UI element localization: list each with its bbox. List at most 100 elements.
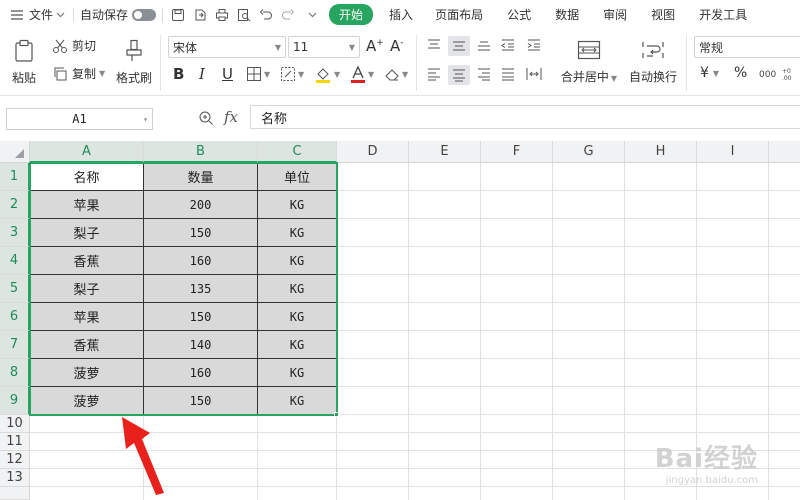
table-cell[interactable]: 200 [144,191,258,219]
row-header[interactable]: 10 [0,415,30,433]
row-header[interactable]: 8 [0,359,30,387]
tab-developer[interactable]: 开发工具 [699,6,747,23]
fx-icon[interactable]: fx [224,108,238,126]
increase-indent-button[interactable] [526,38,542,52]
row-header[interactable]: 13 [0,469,30,487]
table-cell[interactable]: 160 [144,359,258,387]
wrap-text-button[interactable]: 自动换行 [626,35,680,89]
column-header[interactable]: E [409,141,481,163]
table-cell[interactable]: KG [258,359,337,387]
increase-decimal-button[interactable]: +0.00 [782,67,798,81]
table-cell[interactable]: KG [258,303,337,331]
table-cell[interactable]: 150 [144,303,258,331]
table-cell[interactable]: 菠萝 [30,359,144,387]
table-cell[interactable]: KG [258,191,337,219]
table-cell[interactable]: KG [258,247,337,275]
decrease-indent-button[interactable] [500,38,516,52]
row-header[interactable]: 2 [0,191,30,219]
justify-button[interactable] [500,67,516,81]
column-header[interactable]: B [144,141,258,163]
tab-review[interactable]: 审阅 [603,6,627,23]
align-top-button[interactable] [426,38,442,52]
autosave-toggle[interactable]: 自动保存 [80,6,157,23]
file-menu[interactable]: 文件 [8,6,67,24]
toggle-switch[interactable] [132,8,157,21]
align-middle-button[interactable] [448,36,470,56]
save-icon[interactable] [169,6,187,24]
column-header[interactable]: F [481,141,553,163]
table-cell[interactable]: 160 [144,247,258,275]
fill-color-button[interactable]: ▼ [314,65,340,83]
table-cell[interactable]: 140 [144,331,258,359]
cut-button[interactable]: 剪切 [52,37,96,54]
print-preview-icon[interactable] [235,6,253,24]
tab-page-layout[interactable]: 页面布局 [435,6,483,23]
column-header[interactable]: C [258,141,337,163]
zoom-function-icon[interactable] [198,110,214,126]
table-cell[interactable]: 梨子 [30,219,144,247]
fill-handle[interactable] [334,412,339,417]
tab-home[interactable]: 开始 [329,4,374,25]
select-all-corner[interactable] [0,141,30,163]
column-header[interactable]: H [625,141,697,163]
row-header[interactable]: 1 [0,163,30,191]
align-right-button[interactable] [476,67,492,81]
name-box[interactable]: A1 ▾ [6,108,153,130]
percent-button[interactable]: % [734,65,747,81]
currency-button[interactable]: ¥ ▼ [700,65,719,81]
column-header[interactable] [769,141,800,163]
column-header[interactable]: G [553,141,625,163]
thousands-separator-button[interactable]: 000 [758,67,776,81]
format-painter-button[interactable]: 格式刷 [114,35,154,89]
font-name-select[interactable]: 宋体 ▼ [168,36,286,58]
table-cell[interactable]: 135 [144,275,258,303]
table-cell[interactable]: KG [258,331,337,359]
header-cell[interactable]: 数量 [144,163,258,191]
row-header[interactable]: 4 [0,247,30,275]
row-header[interactable]: 3 [0,219,30,247]
header-cell[interactable]: 名称 [30,163,144,191]
cell-style-button[interactable]: ▼ [280,66,304,82]
decrease-font-button[interactable]: A- [390,37,404,55]
row-header[interactable]: 9 [0,387,30,415]
tab-view[interactable]: 视图 [651,6,675,23]
column-header[interactable]: D [337,141,409,163]
font-size-select[interactable]: 11 ▼ [288,36,360,58]
italic-button[interactable]: I [199,65,205,83]
table-cell[interactable]: KG [258,219,337,247]
table-cell[interactable]: KG [258,387,337,415]
bold-button[interactable]: B [173,65,184,83]
row-header[interactable]: 12 [0,451,30,469]
merge-center-button[interactable]: 合并居中 ▼ [558,35,620,89]
spreadsheet-grid[interactable]: A B C D E F G H I 1 2 3 4 5 6 7 8 9 10 1… [0,141,800,500]
print-icon[interactable] [213,6,231,24]
export-icon[interactable] [191,6,209,24]
row-header[interactable]: 7 [0,331,30,359]
table-cell[interactable]: 苹果 [30,303,144,331]
table-cell[interactable]: 苹果 [30,191,144,219]
table-cell[interactable]: 香蕉 [30,247,144,275]
paste-button[interactable]: 粘贴 [6,35,42,89]
align-center-button[interactable] [448,65,470,85]
border-button[interactable]: ▼ [246,66,270,82]
column-header[interactable]: A [30,141,144,163]
clear-button[interactable]: ▼ [384,66,408,82]
row-header[interactable]: 11 [0,433,30,451]
number-format-select[interactable]: 常规 [694,36,800,58]
row-header[interactable]: 6 [0,303,30,331]
align-left-button[interactable] [426,67,442,81]
align-bottom-button[interactable] [476,38,492,52]
header-cell[interactable]: 单位 [258,163,337,191]
tab-insert[interactable]: 插入 [389,6,413,23]
font-color-button[interactable]: ▼ [350,65,374,83]
underline-button[interactable]: U [222,65,233,83]
distribute-button[interactable] [526,67,542,81]
redo-icon[interactable] [279,6,297,24]
table-cell[interactable]: 150 [144,219,258,247]
formula-input[interactable]: 名称 [250,105,800,129]
copy-button[interactable]: 复制 ▼ [52,65,105,82]
row-header[interactable] [0,487,30,500]
undo-icon[interactable] [257,6,275,24]
tab-data[interactable]: 数据 [555,6,579,23]
table-cell[interactable]: 梨子 [30,275,144,303]
